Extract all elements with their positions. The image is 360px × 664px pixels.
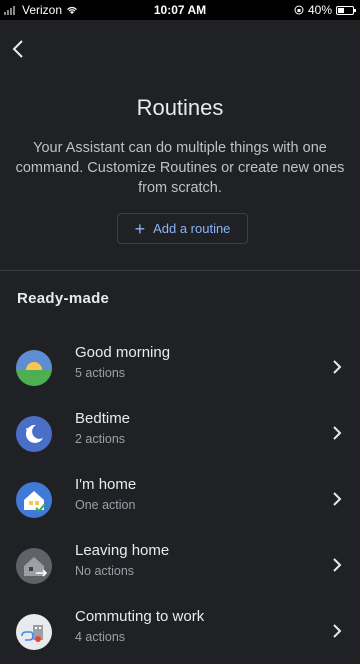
routine-name: Good morning [75, 344, 171, 361]
chevron-right-icon [333, 426, 342, 440]
routine-name: I'm home [75, 476, 137, 493]
chevron-right-icon [333, 492, 342, 506]
battery-icon [336, 5, 356, 15]
plus-icon: + [134, 218, 146, 239]
orientation-lock-icon [294, 5, 304, 15]
home-check-icon [16, 482, 52, 518]
routine-item-bedtime[interactable]: Bedtime 2 actions [0, 404, 360, 466]
sunrise-icon [16, 350, 52, 386]
home-leave-icon [16, 548, 52, 584]
battery-percent: 40% [307, 3, 332, 17]
moon-icon [16, 416, 52, 452]
chevron-right-icon [333, 558, 342, 572]
page-title: Routines [136, 95, 224, 120]
back-button[interactable] [6, 34, 30, 64]
routine-name: Leaving home [75, 542, 170, 559]
routine-item-leaving-home[interactable]: Leaving home No actions [0, 536, 360, 598]
routine-actions: One action [75, 498, 136, 512]
page-description: Your Assistant can do multiple things wi… [15, 140, 345, 196]
section-title: Ready-made [17, 290, 110, 307]
routine-actions: 5 actions [75, 366, 126, 380]
routine-actions: 2 actions [75, 432, 126, 446]
routine-actions: 4 actions [75, 630, 126, 644]
routine-item-commuting-to-work[interactable]: Commuting to work 4 actions [0, 602, 360, 664]
routine-actions: No actions [75, 564, 135, 578]
battery-group: 40% [294, 3, 356, 17]
chevron-right-icon [333, 360, 342, 374]
add-routine-button[interactable]: + Add a routine [117, 213, 248, 244]
divider [0, 270, 360, 271]
chevron-right-icon [333, 624, 342, 638]
routine-name: Bedtime [75, 410, 131, 427]
routine-item-im-home[interactable]: I'm home One action [0, 470, 360, 532]
routine-item-good-morning[interactable]: Good morning 5 actions [0, 338, 360, 400]
add-routine-label: Add a routine [153, 221, 231, 236]
commute-icon [16, 614, 52, 650]
status-bar: Verizon 10:07 AM 40% [0, 0, 360, 20]
routine-name: Commuting to work [75, 608, 205, 625]
back-arrow-icon [12, 40, 23, 58]
